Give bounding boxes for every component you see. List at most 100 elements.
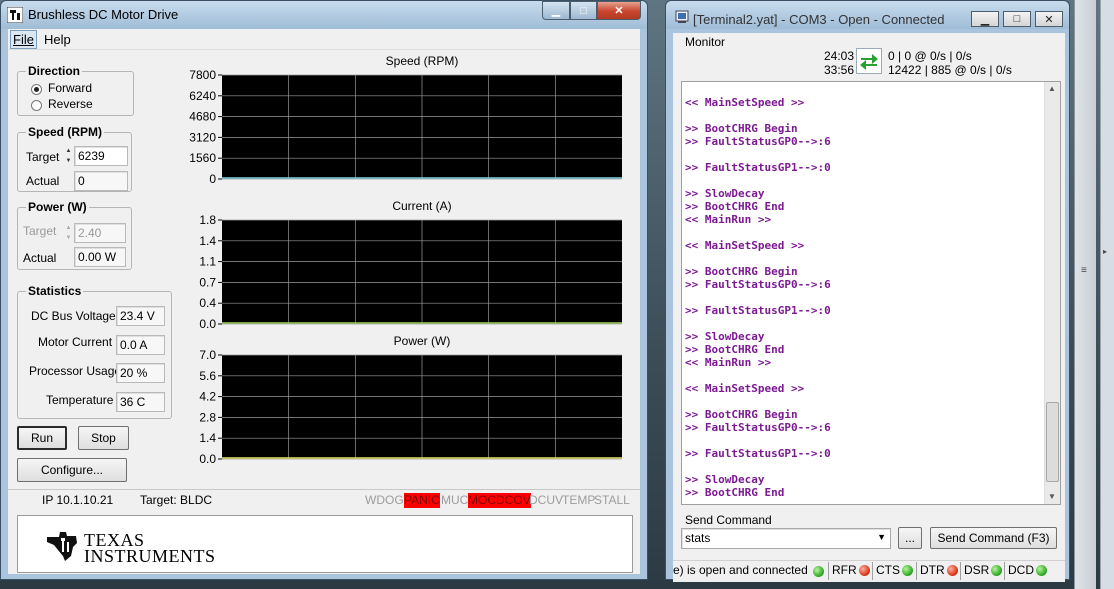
status-separator — [916, 562, 917, 580]
monitor-label: Monitor — [685, 35, 726, 49]
connection-status: e) is open and connected — [673, 563, 808, 577]
signal-cts[interactable]: CTS — [876, 563, 913, 577]
timer-1: 24:03 — [824, 49, 855, 63]
counter-line-1: 0 | 0 @ 0/s | 0/s — [888, 49, 972, 63]
chart-tick-label: 1.4 — [199, 431, 216, 445]
terminal-line: >> FaultStatusGP0-->:6 — [685, 421, 831, 434]
chart-2: 7.0 5.6 4.2 2.8 1.4 0.0 — [199, 348, 622, 466]
chart-tick-label: 1.1 — [199, 255, 216, 269]
counter-line-2: 12422 | 885 @ 0/s | 0/s — [888, 63, 1012, 77]
flag-moc: MOC — [468, 493, 496, 508]
command-value: stats — [685, 531, 711, 545]
terminal-monitor[interactable]: << MainSetSpeed >> >> BootCHRG Begin >> Fa… — [681, 81, 1061, 505]
dsr-led-icon — [991, 565, 1003, 576]
terminal-line: >> BootCHRG Begin — [685, 265, 798, 278]
status-separator — [872, 562, 873, 580]
scroll-down-icon[interactable]: ▼ — [1048, 492, 1056, 501]
signal-dsr[interactable]: DSR — [964, 563, 1003, 577]
ip-address: IP 10.1.10.21 — [42, 493, 114, 507]
arrow-right-icon: ▸ — [1103, 247, 1108, 256]
send-command-label: Send Command — [685, 513, 772, 527]
flag-dcov: DCOV — [496, 493, 531, 508]
browse-button[interactable]: ... — [898, 527, 922, 549]
minimize-icon: ▁ — [980, 13, 990, 26]
cts-led-icon — [902, 565, 913, 576]
chevron-down-icon[interactable]: ▼ — [877, 532, 886, 542]
chart-tick-label: 1560 — [189, 151, 216, 165]
terminal-line: >> BootCHRG End — [685, 343, 785, 356]
ti-logo-icon — [47, 532, 77, 561]
dtr-led-icon — [946, 565, 958, 576]
terminal-window-title: [Terminal2.yat] - COM3 - Open - Connecte… — [693, 12, 945, 27]
flag-dcuv: DCUV — [529, 493, 564, 507]
signal-dcd[interactable]: DCD — [1008, 563, 1047, 577]
motor-drive-window: Brushless DC Motor Drive ▁ □ ✕ File Help… — [0, 0, 648, 580]
status-separator — [960, 562, 961, 580]
close-button[interactable]: ✕ — [597, 1, 641, 20]
terminal-scrollbar[interactable]: ▲ ▼ — [1044, 82, 1060, 504]
logo-panel: Texas Instruments — [17, 515, 633, 573]
terminal-panel: Monitor 24:03 33:56 0 | 0 @ 0/s | 0/s 12… — [673, 33, 1065, 577]
terminal-line: << MainSetSpeed >> — [685, 239, 805, 252]
terminal-line: << MainRun >> — [685, 356, 772, 369]
status-bar: IP 10.1.10.21 Target: BLDC WDOG PANIC MU… — [8, 489, 640, 511]
terminal-title-bar[interactable]: [Terminal2.yat] - COM3 - Open - Connecte… — [666, 1, 1069, 29]
grip-icon: ≡ — [1081, 265, 1087, 276]
flag-stall: STALL — [594, 493, 630, 507]
chart-tick-label: 6240 — [189, 89, 216, 103]
send-command-button[interactable]: Send Command (F3) — [930, 527, 1057, 549]
chart-tick-label: 4680 — [189, 110, 216, 124]
background-window-strip: ▸ — [1100, 0, 1114, 589]
terminal-app-icon — [675, 10, 689, 23]
terminal-line: << MainSetSpeed >> — [685, 96, 805, 109]
terminal-maximize-button[interactable]: □ — [1003, 11, 1031, 27]
window-title: Brushless DC Motor Drive — [28, 7, 179, 22]
terminal-window: [Terminal2.yat] - COM3 - Open - Connecte… — [665, 0, 1070, 582]
scroll-thumb[interactable] — [1046, 402, 1059, 482]
signal-rfr[interactable]: RFR — [832, 563, 870, 577]
rfr-led-icon — [858, 565, 870, 576]
minimize-icon: ▁ — [551, 5, 561, 17]
signal-dtr[interactable]: DTR — [920, 563, 958, 577]
flag-panic: PANIC — [404, 493, 440, 508]
terminal-line: >> FaultStatusGP0-->:6 — [685, 135, 831, 148]
status-separator — [1004, 562, 1005, 580]
terminal-line: >> FaultStatusGP0-->:6 — [685, 278, 831, 291]
dcd-led-icon — [1036, 565, 1047, 576]
title-bar[interactable]: Brushless DC Motor Drive ▁ □ ✕ — [1, 1, 647, 29]
flag-temp: TEMP — [562, 493, 596, 507]
chart-tick-label: 0.7 — [199, 275, 216, 289]
terminal-line: >> BootCHRG End — [685, 486, 785, 499]
terminal-line: << MainSetSpeed >> — [685, 382, 805, 395]
chart-tick-label: 3120 — [189, 130, 216, 144]
connection-led-icon — [813, 566, 824, 577]
flag-wdog: WDOG — [365, 493, 404, 507]
status-separator — [828, 562, 829, 580]
chart-tick-label: 0.0 — [199, 317, 216, 331]
scroll-up-icon[interactable]: ▲ — [1048, 84, 1056, 93]
maximize-button[interactable]: □ — [570, 1, 597, 20]
chart-tick-label: 4.2 — [199, 390, 216, 404]
terminal-line: >> SlowDecay — [685, 187, 765, 200]
maximize-icon: □ — [1013, 13, 1021, 25]
chart-tick-label: 2.8 — [199, 410, 216, 424]
terminal-close-button[interactable]: ✕ — [1035, 11, 1063, 27]
terminal-minimize-button[interactable]: ▁ — [971, 11, 999, 27]
terminal-line: >> BootCHRG End — [685, 200, 785, 213]
terminal-line: >> SlowDecay — [685, 330, 765, 343]
terminal-line: >> BootCHRG Begin — [685, 408, 798, 421]
charts-area: 7800624046803120156001.81.41.10.70.40.07… — [189, 68, 622, 466]
close-icon: ✕ — [1044, 13, 1054, 26]
chart-1: 1.8 1.4 1.1 0.7 0.4 0.0 — [199, 213, 622, 331]
target-label: Target: BLDC — [140, 493, 213, 507]
chart-tick-label: 1.8 — [199, 213, 216, 227]
close-icon: ✕ — [614, 5, 624, 17]
chart-tick-label: 1.4 — [199, 234, 216, 248]
terminal-line: >> SlowDecay — [685, 473, 765, 486]
terminal-line: << MainRun >> — [685, 213, 772, 226]
maximize-icon: □ — [580, 4, 587, 17]
command-input[interactable]: stats ▼ — [681, 528, 891, 549]
refresh-counters-icon[interactable] — [856, 48, 882, 74]
timer-2: 33:56 — [824, 63, 855, 77]
minimize-button[interactable]: ▁ — [542, 1, 570, 20]
